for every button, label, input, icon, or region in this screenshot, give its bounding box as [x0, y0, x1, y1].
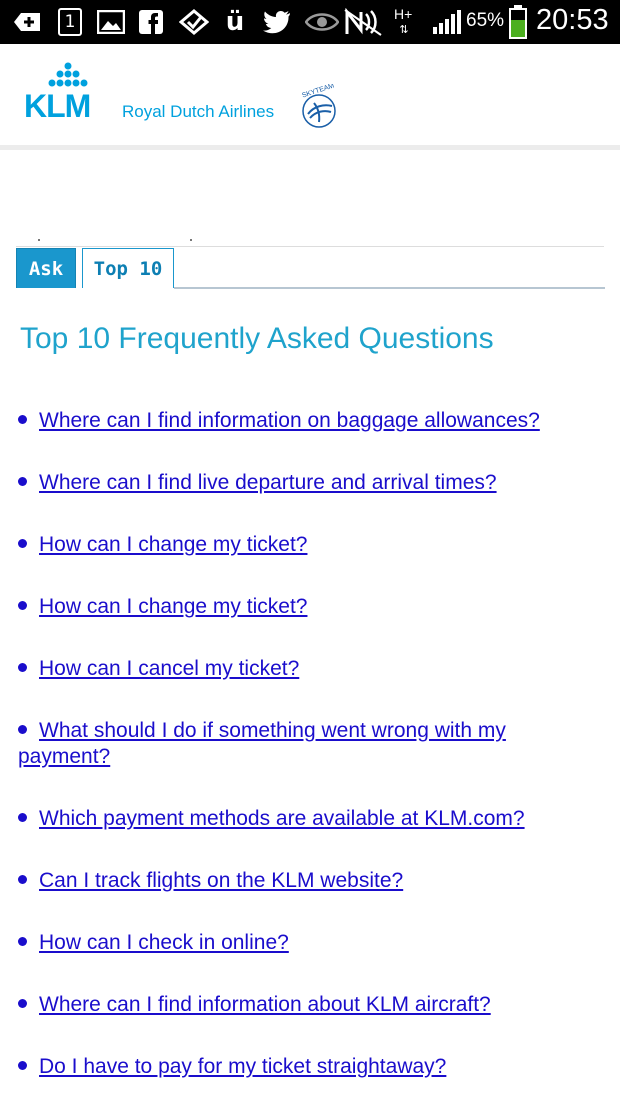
- klm-logo[interactable]: KLM Royal Dutch Airlines: [0, 44, 290, 144]
- faq-link[interactable]: Do I have to pay for my ticket straighta…: [39, 1055, 446, 1078]
- tab-baseline: [174, 287, 605, 289]
- faq-link[interactable]: How can I change my ticket?: [39, 595, 307, 618]
- faq-link[interactable]: Where can I find information about KLM a…: [39, 993, 491, 1016]
- klm-wordmark: KLM: [24, 88, 91, 124]
- faq-link[interactable]: Where can I find information on baggage …: [39, 409, 540, 432]
- tab-dot: [38, 239, 40, 241]
- bullet-icon: [18, 600, 27, 610]
- bullet-icon: [18, 998, 27, 1008]
- bullet-icon: [18, 724, 27, 734]
- list-item: Where can I find information about KLM a…: [18, 992, 598, 1018]
- eye-icon: [304, 8, 340, 36]
- bullet-icon: [18, 476, 27, 486]
- signal-icon: [430, 8, 464, 36]
- klm-tagline: Royal Dutch Airlines: [122, 102, 275, 121]
- facebook-icon: [138, 8, 164, 36]
- faq-link[interactable]: Where can I find live departure and arri…: [39, 471, 497, 494]
- bullet-icon: [18, 662, 27, 672]
- app-u-icon: ü: [225, 7, 245, 37]
- faq-link[interactable]: Can I track flights on the KLM website?: [39, 869, 403, 892]
- list-item: Which payment methods are available at K…: [18, 806, 598, 832]
- network-icon: ⇅: [399, 22, 409, 36]
- faq-link[interactable]: How can I change my ticket?: [39, 533, 307, 556]
- calendar-icon: 1: [58, 8, 82, 36]
- tab-dot: [190, 239, 192, 241]
- list-item: How can I check in online?: [18, 930, 598, 956]
- list-item: Can I track flights on the KLM website?: [18, 868, 598, 894]
- list-item: Where can I find information on baggage …: [18, 408, 598, 434]
- skyteam-label: SKYTEAM: [301, 84, 335, 100]
- list-item: Where can I find live departure and arri…: [18, 470, 598, 496]
- battery-percent: 65%: [466, 10, 505, 31]
- page-title: Top 10 Frequently Asked Questions: [20, 322, 494, 355]
- skyteam-logo: SKYTEAM: [292, 82, 342, 137]
- nfc-icon: [344, 8, 382, 36]
- bullet-icon: [18, 1060, 27, 1070]
- list-item: How can I change my ticket?: [18, 594, 598, 620]
- tab-divider: [16, 246, 604, 247]
- tab-ask[interactable]: Ask: [16, 248, 76, 288]
- checkmark-icon: [178, 8, 210, 36]
- faq-link[interactable]: Which payment methods are available at K…: [39, 807, 525, 830]
- list-item: Do I have to pay for my ticket straighta…: [18, 1054, 598, 1080]
- clock: 20:53: [536, 4, 609, 36]
- twitter-icon: [262, 8, 292, 36]
- site-header: KLM Royal Dutch Airlines SKYTEAM: [0, 44, 620, 150]
- notification-count: 1: [64, 12, 76, 32]
- status-bar: 1 ü H+ ⇅ 65% 20:53: [0, 0, 620, 44]
- faq-link[interactable]: What should I do if something went wrong…: [18, 719, 506, 768]
- bullet-icon: [18, 936, 27, 946]
- tab-top-10[interactable]: Top 10: [82, 248, 174, 288]
- plus-icon: [12, 8, 42, 36]
- bullet-icon: [18, 538, 27, 548]
- list-item: What should I do if something went wrong…: [18, 718, 578, 770]
- bullet-icon: [18, 414, 27, 424]
- faq-link[interactable]: How can I check in online?: [39, 931, 289, 954]
- list-item: How can I change my ticket?: [18, 532, 598, 558]
- klm-crown-icon: [48, 62, 88, 87]
- battery-icon: [508, 4, 528, 40]
- faq-link[interactable]: How can I cancel my ticket?: [39, 657, 299, 680]
- bullet-icon: [18, 812, 27, 822]
- list-item: How can I cancel my ticket?: [18, 656, 598, 682]
- gallery-icon: [96, 8, 126, 36]
- bullet-icon: [18, 874, 27, 884]
